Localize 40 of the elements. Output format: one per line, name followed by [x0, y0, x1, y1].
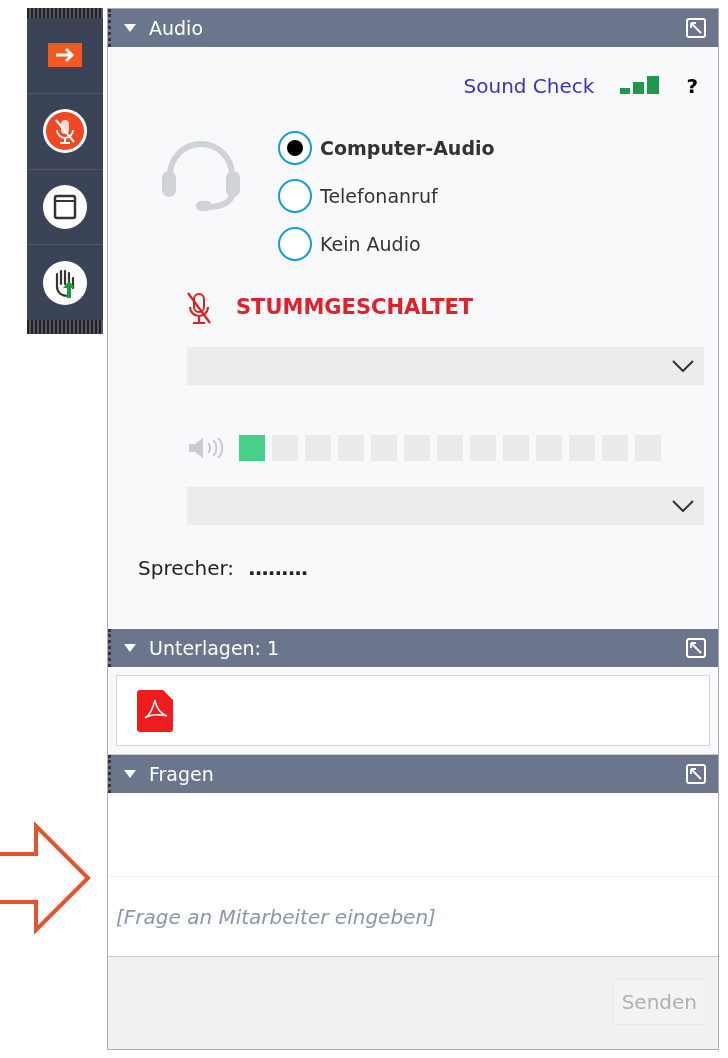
help-link[interactable]: ? — [686, 71, 698, 101]
maximize-icon[interactable] — [686, 18, 706, 38]
radio-button[interactable] — [278, 227, 312, 261]
collapse-icon[interactable] — [123, 23, 137, 33]
collapse-icon[interactable] — [123, 643, 137, 653]
sound-check-link[interactable]: Sound Check — [463, 71, 595, 101]
radio-option[interactable]: Computer-Audio — [278, 131, 495, 165]
exit-button[interactable] — [48, 43, 82, 68]
panel-title: Unterlagen: 1 — [149, 635, 281, 661]
grip-handle[interactable] — [27, 8, 103, 18]
chevron-down-icon — [672, 360, 694, 372]
panel-header[interactable]: Unterlagen: 1 — [108, 629, 718, 667]
grip-handle[interactable] — [27, 320, 103, 334]
signal-icon — [620, 76, 661, 96]
speaker-name: ......... — [248, 555, 308, 582]
collapse-icon[interactable] — [123, 769, 137, 779]
pdf-file-icon[interactable] — [137, 689, 175, 732]
question-input[interactable]: [Frage an Mitarbeiter eingeben] — [108, 877, 718, 957]
speaker-label: Sprecher: — [138, 555, 235, 582]
radio-label: Kein Audio — [320, 231, 421, 257]
mic-muted-icon — [186, 291, 212, 325]
window-icon[interactable] — [42, 183, 88, 230]
panel-header[interactable]: Audio — [108, 9, 718, 47]
radio-button[interactable] — [278, 131, 312, 165]
panel-header[interactable]: Fragen — [108, 755, 718, 793]
raise-hand-icon[interactable] — [42, 259, 88, 306]
radio-button[interactable] — [278, 179, 312, 213]
panel-title: Audio — [149, 15, 204, 41]
speaker-icon — [187, 437, 225, 459]
radio-label: Computer-Audio — [320, 135, 495, 161]
radio-option[interactable]: Telefonanruf — [278, 179, 495, 213]
mute-status: STUMMGESCHALTET — [236, 294, 474, 322]
chevron-down-icon — [672, 500, 694, 512]
mute-icon[interactable] — [42, 108, 88, 155]
radio-option[interactable]: Kein Audio — [278, 227, 495, 261]
panel-title: Fragen — [149, 761, 215, 787]
maximize-icon[interactable] — [686, 764, 706, 784]
arrow-icon — [54, 47, 76, 64]
maximize-icon[interactable] — [686, 638, 706, 658]
radio-label: Telefonanruf — [320, 183, 438, 209]
